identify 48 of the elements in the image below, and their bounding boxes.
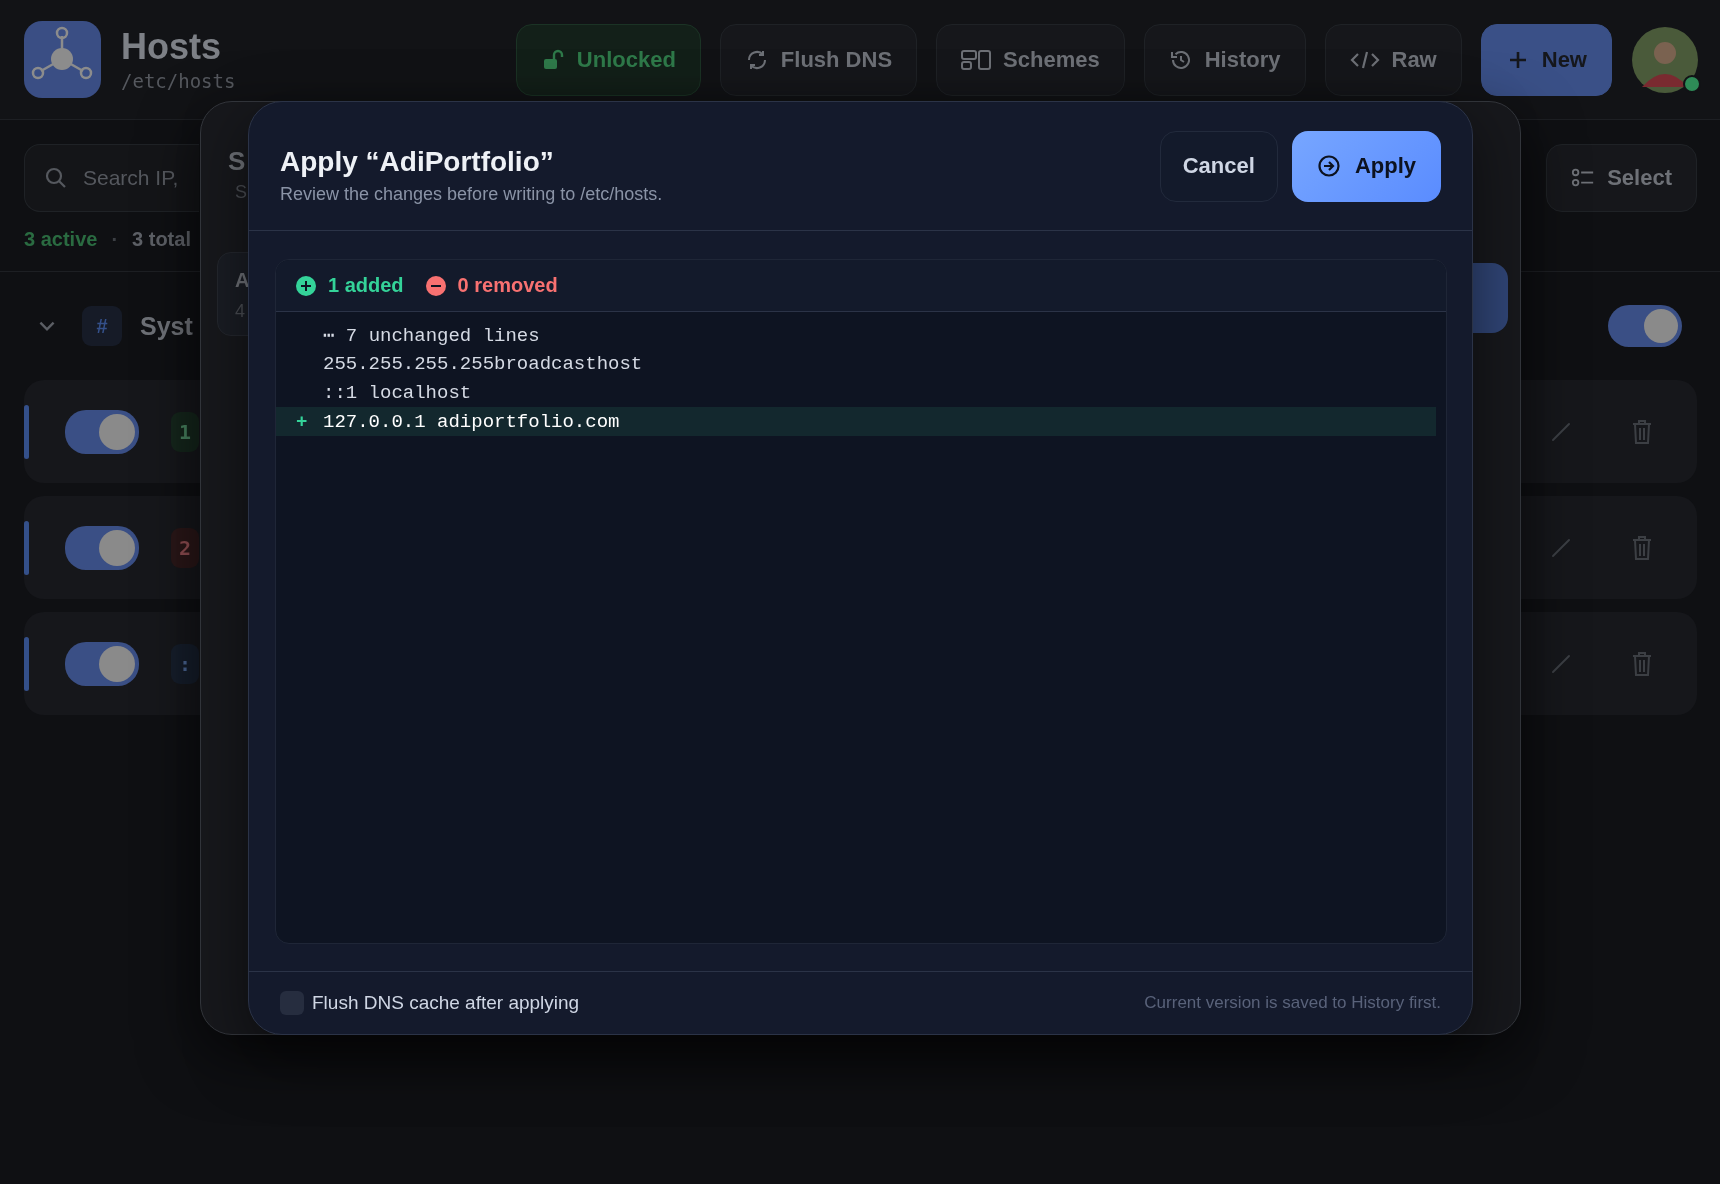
select-button[interactable]: Select	[1546, 144, 1697, 212]
removed-count: 0 removed	[457, 274, 558, 297]
separator-dot: ·	[111, 228, 119, 251]
search-icon	[44, 166, 68, 190]
address-tag: :	[171, 643, 200, 684]
group-title: Syst	[140, 311, 193, 341]
added-count: 1 added	[328, 274, 404, 297]
raw-button[interactable]: Raw	[1324, 23, 1462, 96]
trash-icon[interactable]	[1631, 534, 1653, 561]
new-button[interactable]: New	[1480, 23, 1612, 96]
card-title: A	[235, 269, 250, 292]
code-line: ::1 localhost	[322, 380, 473, 406]
trash-icon[interactable]	[1631, 418, 1653, 445]
cancel-button[interactable]: Cancel	[1159, 130, 1278, 202]
footer-note: Current version is saved to History first.	[1144, 993, 1441, 1013]
flush-button[interactable]: Flush DNS	[719, 23, 918, 96]
avatar[interactable]	[1632, 26, 1698, 93]
total-count: 3 total	[132, 228, 191, 251]
dialog-title: Apply “AdiPortfolio”	[280, 145, 555, 178]
group-toggle[interactable]	[1608, 305, 1682, 347]
dialog-title: S	[228, 146, 246, 177]
schemes-button[interactable]: Schemes	[936, 23, 1125, 96]
arrow-circle-icon	[1316, 154, 1341, 178]
group-badge: #	[82, 306, 122, 346]
file-path: /etc/hosts	[121, 70, 236, 93]
lock-button[interactable]: Unlocked	[515, 23, 701, 96]
checkbox-label[interactable]: Flush DNS cache after applying	[312, 992, 580, 1014]
entry-toggle[interactable]	[65, 525, 139, 570]
pencil-icon[interactable]	[1551, 653, 1571, 674]
app-logo-icon	[24, 21, 101, 98]
pencil-icon[interactable]	[1551, 421, 1571, 442]
minus-circle-icon	[425, 275, 446, 296]
history-button[interactable]: History	[1143, 23, 1306, 96]
plus-circle-icon	[296, 275, 316, 296]
apply-button[interactable]: Apply	[1291, 130, 1441, 202]
address-tag: 2	[171, 527, 200, 568]
pencil-icon[interactable]	[1551, 537, 1571, 558]
layout-icon	[961, 47, 992, 72]
active-count: 3 active	[24, 228, 98, 251]
search-field[interactable]: Search IP,	[24, 144, 199, 212]
code-line: ⋯ 7 unchanged lines	[322, 323, 541, 349]
address-tag: 1	[171, 411, 200, 452]
entry-toggle[interactable]	[65, 641, 139, 686]
trash-icon[interactable]	[1631, 650, 1653, 677]
app-title: Hosts	[121, 26, 223, 67]
code-line: 255.255.255.255broadcasthost	[322, 351, 644, 377]
entry-toggle[interactable]	[65, 409, 139, 454]
dialog-subtitle: Review the changes before writing to /etc/hosts.	[280, 183, 664, 205]
